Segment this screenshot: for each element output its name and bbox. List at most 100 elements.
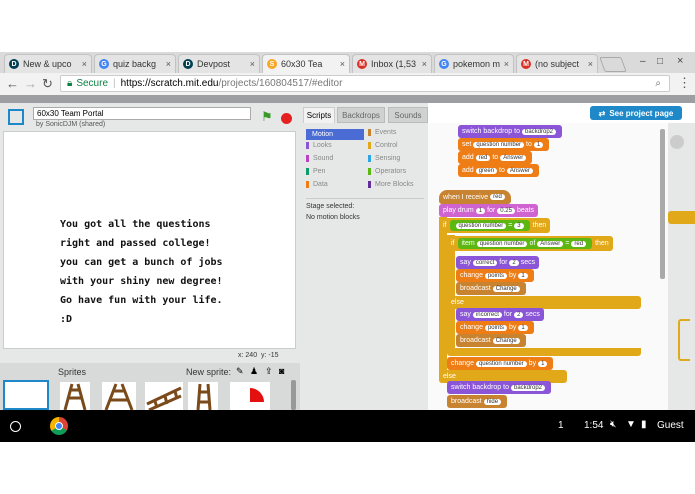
clock[interactable]: 1:54 [584,420,603,431]
green-flag-icon[interactable]: ⚑ [261,109,273,125]
sprite-thumb[interactable] [145,382,183,412]
url-domain: https://scratch.mit.edu [120,78,219,89]
maximize-icon[interactable]: □ [657,56,663,67]
no-motion-blocks-label: No motion blocks [306,214,360,221]
back-icon[interactable]: ← [6,76,19,91]
tab-inbox[interactable]: M Inbox (1,53 × [352,54,432,73]
set-variable-block[interactable]: set question number to 1 [458,138,550,151]
category-data[interactable]: Data [306,181,328,188]
when-i-receive-block[interactable]: when I receive red [439,190,511,204]
sprites-label: Sprites [58,367,87,377]
forward-icon[interactable]: → [24,76,37,91]
close-icon[interactable]: × [504,59,509,69]
equals-operator: item question number of Answer = red [457,238,593,249]
inner-if-end [447,348,641,356]
stage-canvas[interactable]: You got all the questions right and pass… [3,131,296,349]
scratch-header [0,95,695,103]
project-title-input[interactable]: 60x30 Team Portal [33,107,251,120]
scripts-scrollbar[interactable] [660,129,665,279]
sprite-pane: Sprites New sprite: ✎ ♟ ⇪ ◙ [0,363,300,412]
sprite-scrollbar[interactable] [291,380,296,410]
sprite-thumb[interactable] [102,382,136,411]
character-icon[interactable]: ♟ [250,366,258,377]
tab-devpost[interactable]: D Devpost × [178,54,260,73]
battery-icon[interactable]: ▮ [641,419,647,430]
reload-icon[interactable]: ↻ [42,76,53,92]
mute-icon[interactable]: 🔇︎ [610,419,616,430]
close-icon[interactable]: × [166,59,171,69]
fullscreen-icon[interactable] [8,109,24,125]
google-icon: G [439,59,449,69]
camera-icon[interactable]: ◙ [279,366,284,376]
category-looks[interactable]: Looks [306,142,332,149]
tab-no-subject[interactable]: M (no subject × [516,54,598,73]
new-tab-button[interactable] [599,57,627,72]
tab-scripts[interactable]: Scripts [303,107,335,123]
author-label: by SonicDJM (shared) [36,121,106,128]
close-icon[interactable]: × [422,59,427,69]
divider: | [113,78,116,89]
chrome-icon[interactable] [50,417,68,435]
sprite-thumb[interactable] [188,382,218,411]
sprite-thumb[interactable] [230,382,270,410]
paint-brush-icon[interactable]: ✎ [236,366,244,377]
minimize-icon[interactable]: – [640,56,646,67]
new-sprite-label: New sprite: [186,367,232,377]
if-block[interactable]: if question number = 3 then [439,218,551,233]
tab-sounds[interactable]: Sounds [388,107,428,123]
menu-icon[interactable]: ⋮ [678,75,691,91]
broadcast-block[interactable]: broadcast Change [456,334,526,347]
say-for-secs-block[interactable]: say incorrect for 2 secs [456,308,544,321]
stage-thumbnail[interactable] [3,380,49,410]
category-events[interactable]: Events [368,129,396,136]
broadcast-block[interactable]: broadcast Change [456,282,526,295]
upload-icon[interactable]: ⇪ [265,366,273,377]
block-palette: Scripts Backdrops Sounds Motion Looks So… [300,103,428,410]
category-sound[interactable]: Sound [306,155,333,162]
add-to-list-block[interactable]: add red to Answer [458,151,533,164]
stop-icon[interactable] [281,113,292,124]
secure-label: Secure [76,78,109,89]
add-to-list-block[interactable]: add green to Answer [458,164,539,177]
tab-60x30-team[interactable]: S 60x30 Tea × [262,54,350,73]
category-sensing[interactable]: Sensing [368,155,400,162]
zoom-icon[interactable] [670,135,684,149]
broadcast-block[interactable]: broadcast hide [447,395,508,408]
change-variable-block[interactable]: change points by 1 [456,269,534,282]
sprite-thumb[interactable] [60,382,90,411]
close-icon[interactable]: × [82,59,87,69]
close-icon[interactable]: × [340,59,345,69]
scripts-area[interactable]: switch backdrop to backdrop2 set question … [428,123,668,410]
category-operators[interactable]: Operators [368,168,406,175]
user-label[interactable]: Guest [657,420,684,431]
category-more-blocks[interactable]: More Blocks [368,181,414,188]
url-field[interactable]: 🔒︎ Secure | https://scratch.mit.edu/proj… [60,75,670,92]
change-variable-block[interactable]: change points by 1 [456,321,534,334]
gmail-icon: M [521,59,531,69]
search-icon[interactable]: ⌕ [655,78,661,89]
change-variable-block[interactable]: change question number by 1 [447,357,554,370]
window-close-icon[interactable]: × [677,55,683,67]
switch-backdrop-block[interactable]: switch backdrop to backdrop2 [458,125,563,138]
tab-quiz-background[interactable]: G quiz backg × [94,54,176,73]
category-pen[interactable]: Pen [306,168,325,175]
scratch-icon: S [267,59,277,69]
category-motion[interactable]: Motion [306,129,364,140]
mouse-x: 240 [245,352,258,359]
tab-backdrops[interactable]: Backdrops [337,107,385,123]
launcher-icon[interactable] [10,421,21,432]
switch-backdrop-block[interactable]: switch backdrop to backdrop2 [447,381,552,394]
wifi-icon[interactable]: ▼ [626,419,636,430]
say-for-secs-block[interactable]: say correct for 2 secs [456,256,540,269]
gmail-icon: M [357,59,367,69]
close-icon[interactable]: × [588,59,593,69]
close-icon[interactable]: × [250,59,255,69]
notification-count[interactable]: 1 [558,420,564,431]
tab-pokemon[interactable]: G pokemon m × [434,54,514,73]
google-icon: G [99,59,109,69]
play-drum-block[interactable]: play drum 1 for 0.25 beats [439,204,539,217]
inner-if-block[interactable]: if item question number of Answer = red then [447,236,613,251]
category-control[interactable]: Control [368,142,398,149]
see-project-page-button[interactable]: ⇄ See project page [590,106,682,120]
tab-new-upcoming[interactable]: D New & upco × [4,54,92,73]
